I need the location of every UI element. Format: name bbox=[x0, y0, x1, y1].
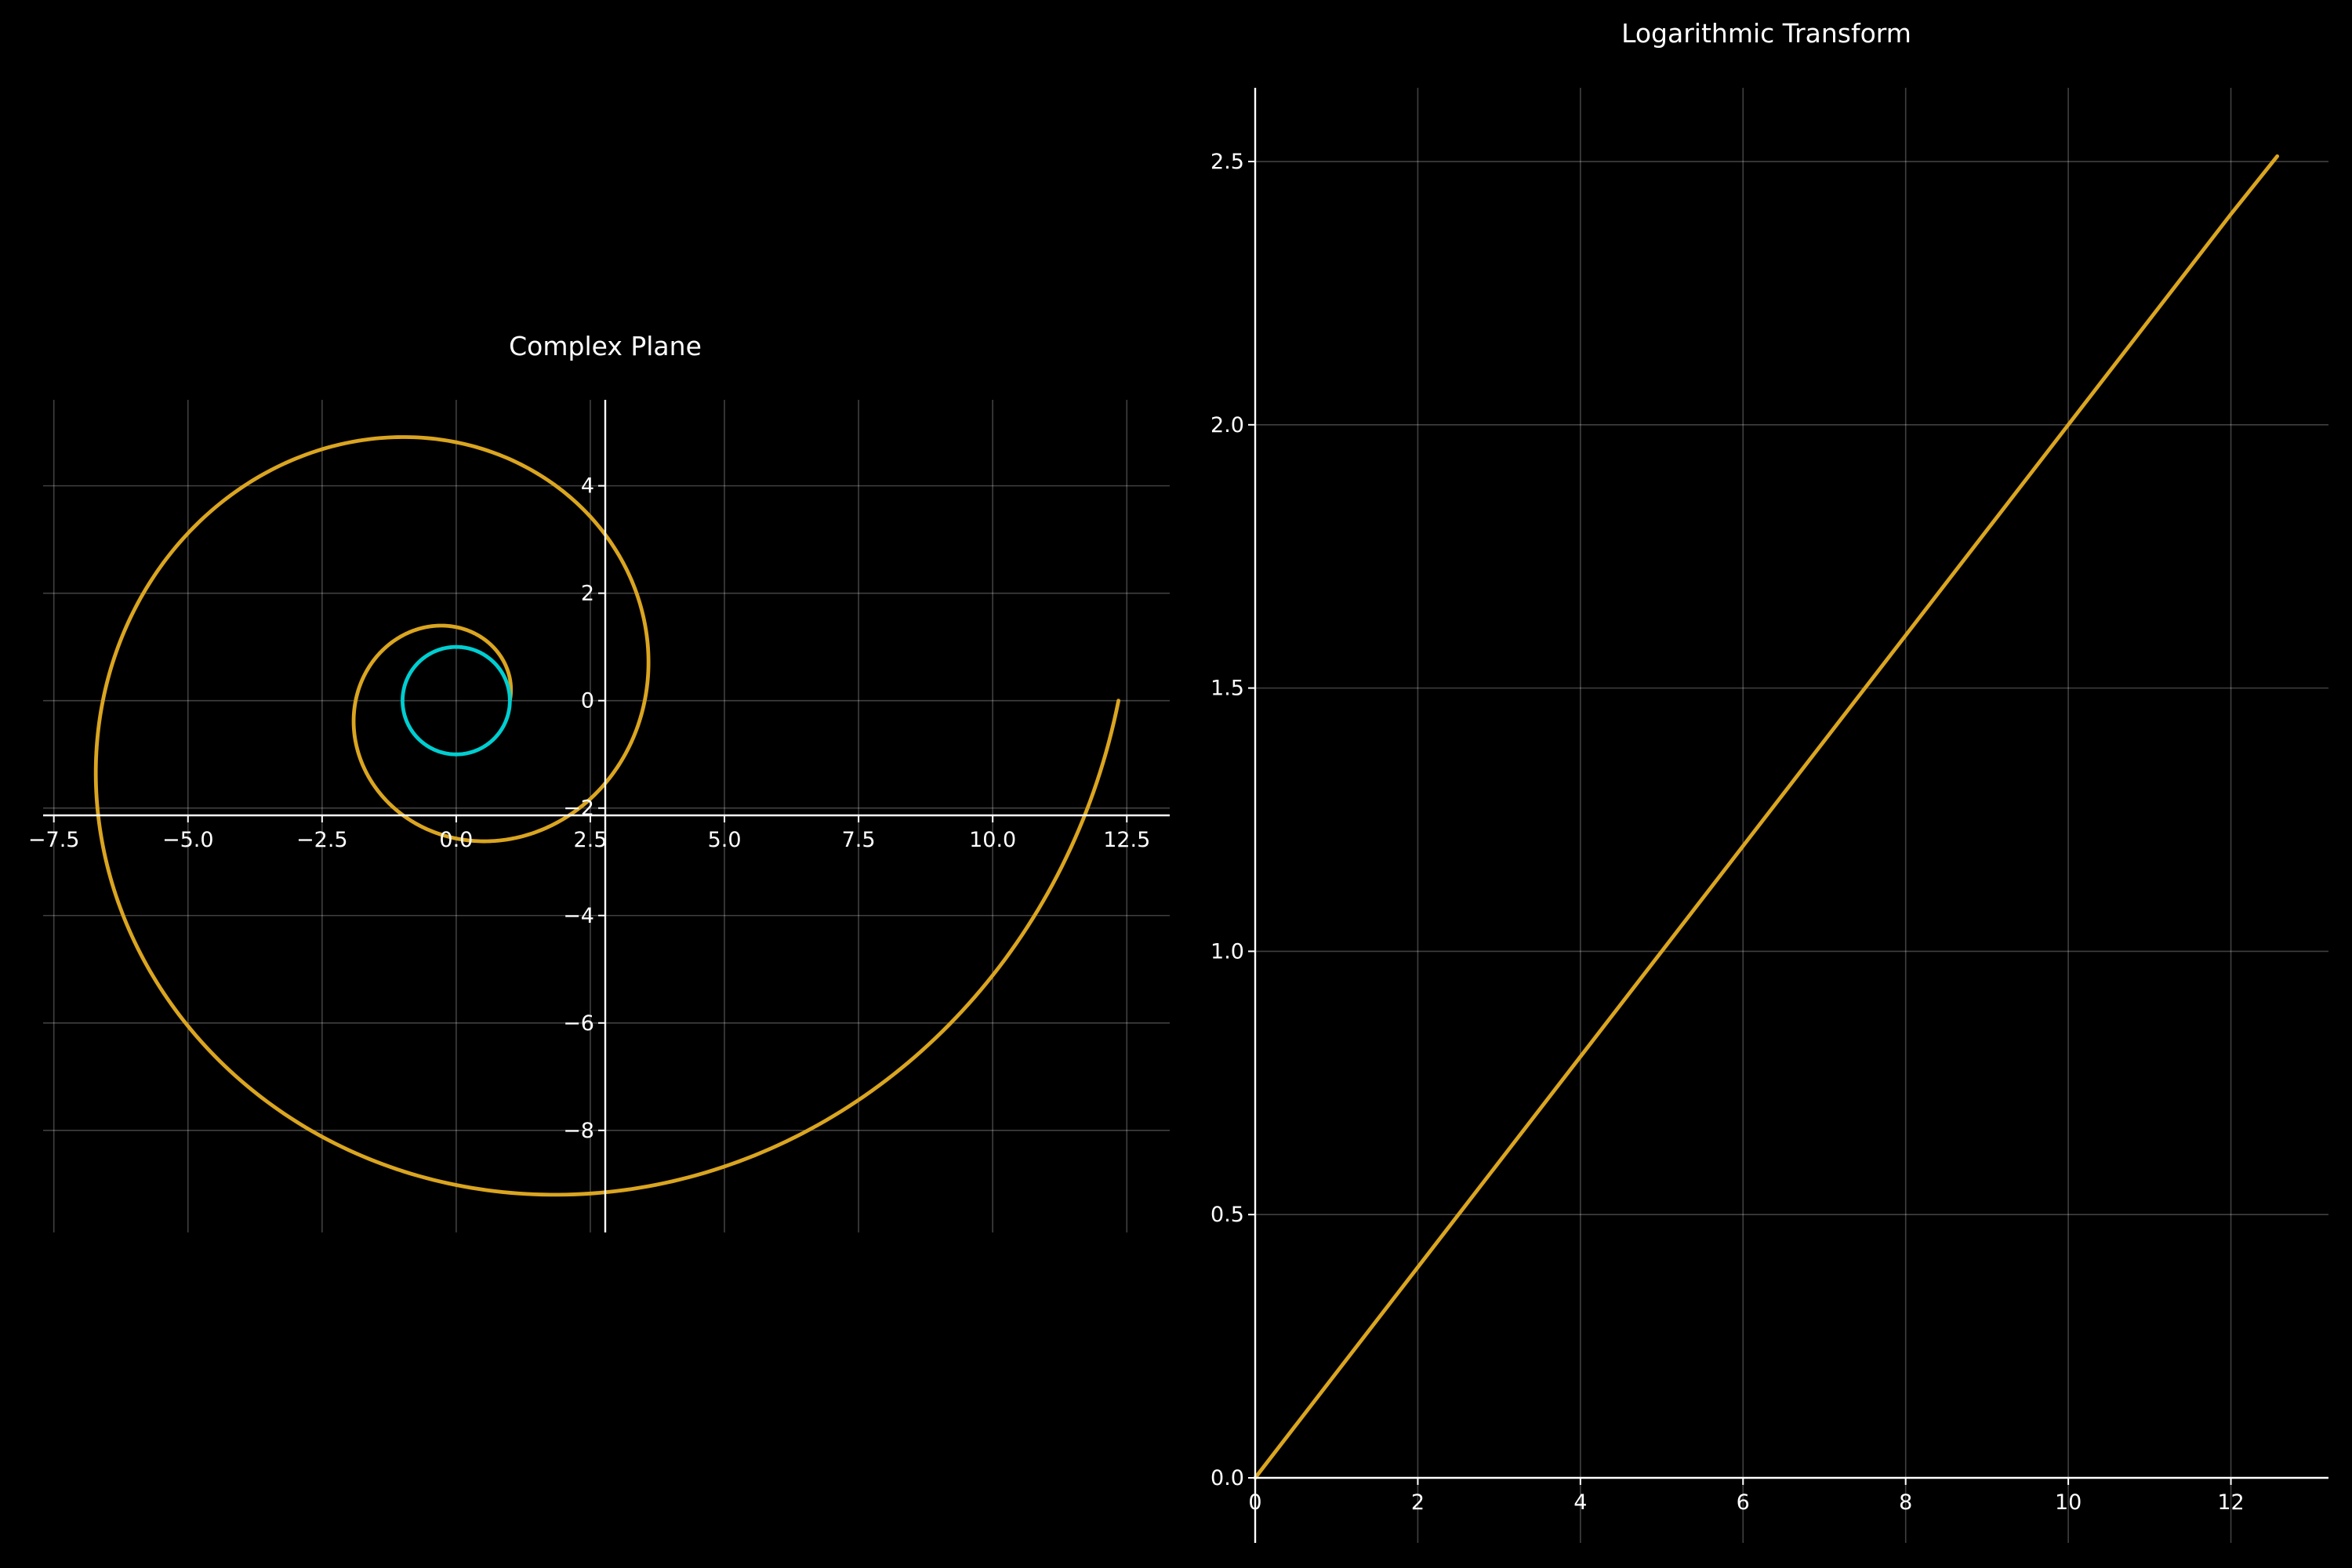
complex-plane-xtick-label: 0.0 bbox=[439, 828, 473, 852]
complex-plane-title: Complex Plane bbox=[509, 331, 702, 361]
logarithmic-transform-ytick-label: 2.0 bbox=[1210, 413, 1244, 437]
logarithmic-transform-ytick-label: 1.0 bbox=[1210, 939, 1244, 964]
figure-canvas: Complex Plane −7.5 −5.0 −2.5 0.0 2.5 5.0 7.5 10… bbox=[0, 0, 2352, 1568]
logarithmic-transform-xtick-label: 10 bbox=[2055, 1490, 2082, 1515]
logarithmic-transform-ytick-label: 0.0 bbox=[1210, 1466, 1244, 1490]
complex-plane-ytick-label: −2 bbox=[563, 797, 594, 821]
logarithmic-transform-ytick-label: 0.5 bbox=[1210, 1203, 1244, 1227]
complex-plane-ytick-label: −4 bbox=[563, 904, 594, 928]
complex-plane-xtick-label: −5.0 bbox=[162, 828, 214, 852]
complex-plane-xtick-label: −7.5 bbox=[28, 828, 80, 852]
logarithmic-transform-title: Logarithmic Transform bbox=[1621, 18, 1911, 49]
complex-plane-ytick-label: 0 bbox=[581, 689, 594, 713]
logarithmic-transform-xtick-label: 4 bbox=[1573, 1490, 1587, 1515]
complex-plane-xtick-label: 5.0 bbox=[708, 828, 742, 852]
complex-plane-xtick-label: 7.5 bbox=[842, 828, 876, 852]
logarithmic-transform-xtick-label: 2 bbox=[1411, 1490, 1425, 1515]
figure-background bbox=[0, 0, 2352, 1568]
complex-plane-xtick-label: 10.0 bbox=[969, 828, 1016, 852]
logarithmic-transform-xtick-label: 8 bbox=[1899, 1490, 1912, 1515]
complex-plane-ytick-label: 4 bbox=[581, 474, 594, 499]
logarithmic-transform-ytick-label: 2.5 bbox=[1210, 150, 1244, 174]
complex-plane-xtick-label: −2.5 bbox=[296, 828, 348, 852]
complex-plane-ytick-label: 2 bbox=[581, 582, 594, 606]
complex-plane-ytick-label: −6 bbox=[563, 1011, 594, 1036]
logarithmic-transform-xtick-label: 0 bbox=[1248, 1490, 1261, 1515]
logarithmic-transform-xtick-label: 6 bbox=[1737, 1490, 1750, 1515]
complex-plane-xtick-label: 2.5 bbox=[573, 828, 607, 852]
logarithmic-transform-xtick-label: 12 bbox=[2217, 1490, 2244, 1515]
complex-plane-ytick-label: −8 bbox=[563, 1119, 594, 1143]
complex-plane-xtick-label: 12.5 bbox=[1103, 828, 1150, 852]
logarithmic-transform-ytick-label: 1.5 bbox=[1210, 677, 1244, 701]
